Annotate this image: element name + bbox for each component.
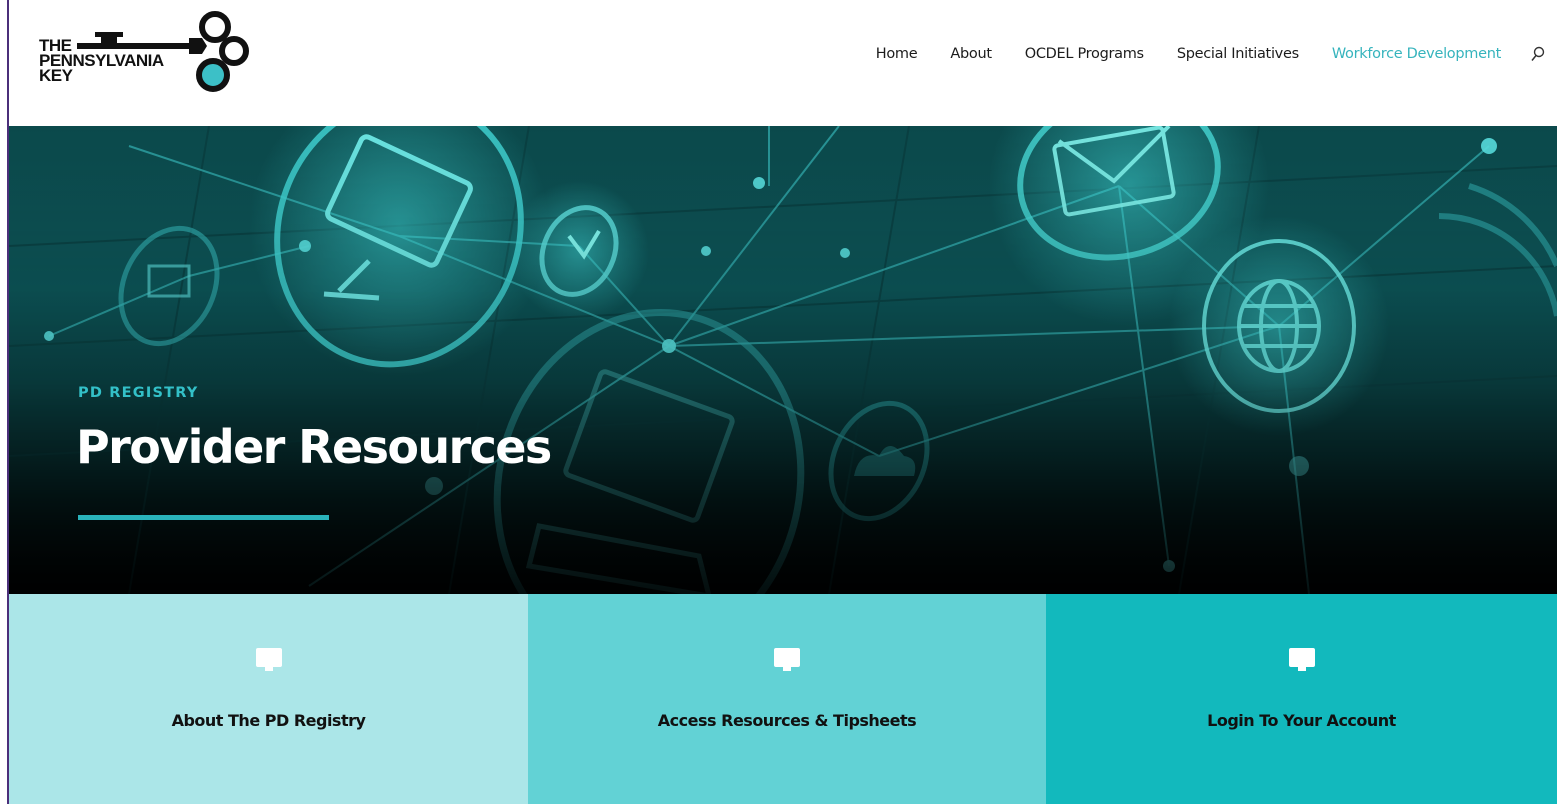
hero-eyebrow: PD REGISTRY (78, 385, 199, 401)
page-title: Provider Resources (76, 420, 552, 474)
card-about-pd-registry[interactable]: About The PD Registry (9, 594, 528, 804)
monitor-icon (774, 648, 800, 671)
logo-line-3: KEY (39, 66, 73, 85)
card-access-resources[interactable]: Access Resources & Tipsheets (528, 594, 1046, 804)
nav-item-ocdel-programs[interactable]: OCDEL Programs (1025, 46, 1144, 62)
nav-item-special-initiatives[interactable]: Special Initiatives (1177, 46, 1299, 62)
nav-item-home[interactable]: Home (876, 46, 918, 62)
main-nav: Home About OCDEL Programs Special Initia… (843, 40, 1547, 68)
site-logo[interactable]: THE PENNSYLVANIA KEY (39, 10, 254, 100)
monitor-icon (255, 648, 282, 671)
card-label: About The PD Registry (171, 711, 366, 730)
nav-item-workforce-development[interactable]: Workforce Development (1332, 46, 1501, 62)
resource-cards: About The PD Registry Access Resources &… (9, 594, 1557, 804)
logo-text: THE PENNSYLVANIA KEY (39, 37, 164, 85)
card-label: Login To Your Account (1207, 711, 1396, 730)
left-border (0, 0, 9, 804)
hero-overlay (9, 126, 1557, 594)
title-underline (78, 515, 329, 520)
card-label: Access Resources & Tipsheets (657, 711, 917, 730)
monitor-icon (1288, 648, 1315, 671)
hero-banner: PD REGISTRY Provider Resources (9, 126, 1557, 594)
search-icon[interactable] (1529, 45, 1547, 63)
nav-item-about[interactable]: About (950, 46, 992, 62)
site-header: THE PENNSYLVANIA KEY Home About OCDEL Pr… (9, 0, 1557, 126)
card-login-account[interactable]: Login To Your Account (1046, 594, 1557, 804)
